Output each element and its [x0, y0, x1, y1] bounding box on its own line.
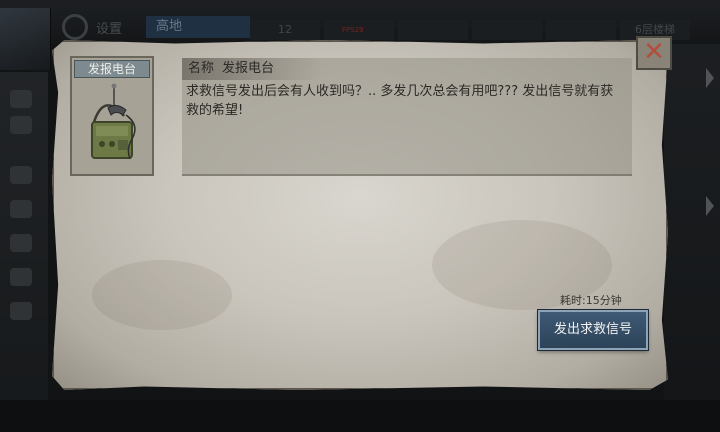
close-icon: ✕	[643, 37, 665, 67]
item-title: 发报电台	[74, 60, 150, 78]
name-label: 名称	[188, 61, 215, 76]
item-name: 发报电台	[222, 61, 275, 76]
description-panel: 名称 发报电台 求救信号发出后会有人收到吗？.. 多发几次总会有用吧??? 发出信…	[182, 58, 632, 176]
radio-transmitter-icon	[91, 83, 136, 160]
item-name-row: 名称 发报电台	[182, 58, 322, 80]
send-distress-signal-button[interactable]: 发出求救信号	[538, 310, 648, 350]
time-cost: 耗时:15分钟	[560, 294, 622, 307]
close-button[interactable]: ✕	[636, 36, 672, 70]
paper-stain	[92, 260, 232, 330]
item-description: 求救信号发出后会有人收到吗？.. 多发几次总会有用吧??? 发出信号就有获救的希…	[186, 84, 614, 118]
item-card: 发报电台	[70, 56, 154, 176]
